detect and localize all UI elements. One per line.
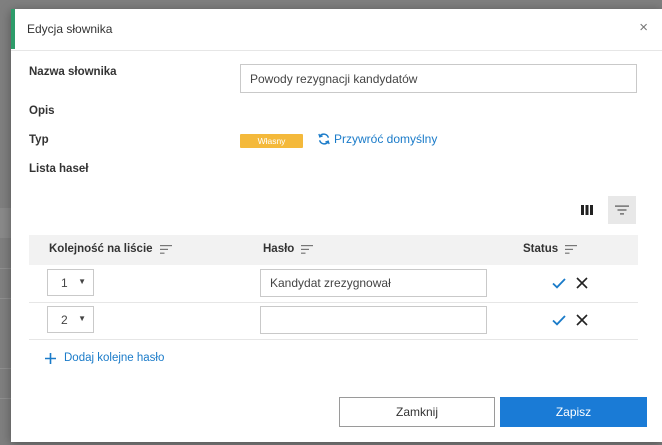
edit-dictionary-dialog: Edycja słownika × Nazwa słownika Opis Ty… (11, 9, 662, 442)
save-button[interactable]: Zapisz (500, 397, 647, 427)
close-icon[interactable]: × (639, 19, 648, 37)
filter-icon[interactable] (608, 196, 636, 224)
column-header-order[interactable]: Kolejność na liście (49, 243, 172, 255)
password-list-label: Lista haseł (29, 163, 89, 175)
sort-icon (159, 244, 172, 254)
restore-default-label: Przywróć domyślny (334, 132, 438, 146)
columns-icon[interactable] (573, 196, 601, 224)
table-header: Kolejność na liście Hasło Status (29, 235, 638, 265)
close-button[interactable]: Zamknij (339, 397, 495, 427)
table-row: 1 ▼ (29, 265, 638, 303)
type-badge: Własny (240, 134, 303, 148)
password-input[interactable] (260, 269, 487, 297)
sort-icon (565, 244, 578, 254)
add-password-link[interactable]: Dodaj kolejne hasło (45, 352, 164, 364)
sort-icon (301, 244, 314, 254)
check-icon[interactable] (551, 275, 567, 291)
dialog-header: Edycja słownika × (11, 9, 662, 51)
column-header-password[interactable]: Hasło (263, 243, 314, 255)
close-icon[interactable] (575, 313, 589, 327)
order-select-value: 2 (61, 313, 68, 327)
plus-icon (45, 352, 56, 364)
refresh-icon (318, 133, 330, 145)
table-row: 2 ▼ (29, 302, 638, 340)
column-header-order-label: Kolejność na liście (49, 243, 153, 255)
password-input[interactable] (260, 306, 487, 334)
chevron-down-icon: ▼ (78, 277, 86, 286)
column-header-password-label: Hasło (263, 243, 295, 255)
header-accent-bar (11, 9, 15, 49)
dictionary-name-input[interactable] (240, 64, 637, 93)
close-icon[interactable] (575, 276, 589, 290)
description-label: Opis (29, 105, 55, 117)
column-header-status[interactable]: Status (523, 243, 578, 255)
dictionary-name-label: Nazwa słownika (29, 66, 117, 78)
order-select[interactable]: 1 ▼ (47, 269, 94, 296)
add-password-label: Dodaj kolejne hasło (64, 352, 165, 364)
order-select[interactable]: 2 ▼ (47, 306, 94, 333)
column-header-status-label: Status (523, 243, 559, 255)
type-label: Typ (29, 134, 49, 146)
dialog-title: Edycja słownika (27, 22, 113, 36)
restore-default-link[interactable]: Przywróć domyślny (317, 132, 437, 146)
order-select-value: 1 (61, 276, 68, 290)
check-icon[interactable] (551, 312, 567, 328)
chevron-down-icon: ▼ (78, 314, 86, 323)
